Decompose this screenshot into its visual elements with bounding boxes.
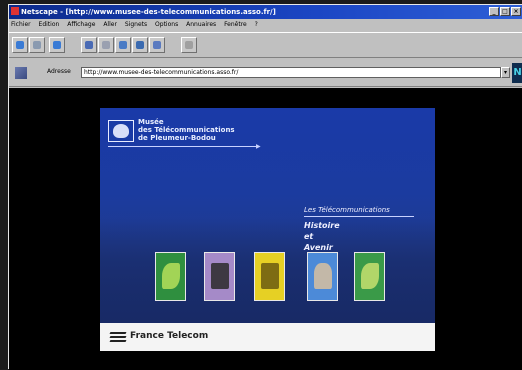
thumb-satellite-dish[interactable] bbox=[155, 252, 186, 301]
menu-help[interactable]: ? bbox=[255, 21, 258, 28]
address-bar: Adresse http://www.musee-des-telecommuni… bbox=[9, 59, 522, 87]
menu-edit[interactable]: Edition bbox=[39, 21, 60, 28]
radome-icon bbox=[113, 124, 129, 138]
tagline-line: et bbox=[304, 232, 314, 241]
menu-go[interactable]: Aller bbox=[103, 21, 117, 28]
netscape-throbber[interactable]: N bbox=[512, 63, 522, 83]
section-title: Les Télécommunications bbox=[304, 206, 390, 214]
menu-bookmarks[interactable]: Signets bbox=[125, 21, 147, 28]
browser-window: Netscape - [http://www.musee-des-telecom… bbox=[8, 4, 522, 370]
thumb-old-telephone[interactable] bbox=[204, 252, 235, 301]
reload-icon bbox=[85, 41, 93, 49]
menu-window[interactable]: Fenêtre bbox=[224, 21, 247, 28]
museum-title[interactable]: Musée des Télécommunications de Pleumeur… bbox=[138, 118, 235, 142]
stop-icon bbox=[185, 41, 193, 49]
thumb-engineer-illustration bbox=[314, 263, 332, 289]
thumb-satellite-dish-illustration bbox=[162, 263, 180, 289]
home-button[interactable] bbox=[49, 37, 65, 53]
thumb-old-telephone-illustration bbox=[211, 263, 229, 289]
france-telecom-logo-icon bbox=[109, 332, 127, 342]
thumb-antenna-towers[interactable] bbox=[254, 252, 285, 301]
tagline: Histoire et Avenir bbox=[304, 220, 340, 253]
maximize-button[interactable]: □ bbox=[500, 7, 510, 16]
window-title: Netscape - [http://www.musee-des-telecom… bbox=[21, 8, 276, 16]
thumb-radar-dish[interactable] bbox=[354, 252, 385, 301]
home-icon bbox=[53, 41, 61, 49]
netscape-icon bbox=[11, 7, 19, 15]
thumb-antenna-towers-illustration bbox=[261, 263, 279, 289]
window-controls: _ □ × bbox=[489, 7, 521, 16]
arrow-icon: ▶ bbox=[256, 143, 261, 150]
address-dropdown-button[interactable]: ▾ bbox=[501, 67, 510, 78]
menu-bar: Fichier Edition Affichage Aller Signets … bbox=[9, 19, 522, 31]
print-icon bbox=[136, 41, 144, 49]
museum-logo[interactable] bbox=[108, 120, 134, 142]
print-button[interactable] bbox=[132, 37, 148, 53]
photo-frame: Netscape - [http://www.musee-des-telecom… bbox=[0, 0, 522, 370]
thumb-engineer[interactable] bbox=[307, 252, 338, 301]
museum-page: Musée des Télécommunications de Pleumeur… bbox=[100, 108, 435, 351]
tagline-line: Histoire bbox=[304, 221, 340, 230]
stop-button[interactable] bbox=[181, 37, 197, 53]
content-viewport: Musée des Télécommunications de Pleumeur… bbox=[9, 88, 522, 370]
find-button[interactable] bbox=[149, 37, 165, 53]
address-label: Adresse bbox=[47, 68, 71, 75]
brand-name[interactable]: France Telecom bbox=[130, 331, 208, 341]
back-arrow-icon bbox=[16, 41, 24, 49]
menu-directory[interactable]: Annuaires bbox=[186, 21, 216, 28]
title-underline bbox=[108, 146, 258, 147]
close-button[interactable]: × bbox=[511, 7, 521, 16]
toolbar bbox=[9, 32, 522, 58]
images-icon bbox=[102, 41, 110, 49]
address-input[interactable]: http://www.musee-des-telecommunications.… bbox=[81, 67, 501, 78]
find-icon bbox=[153, 41, 161, 49]
menu-file[interactable]: Fichier bbox=[11, 21, 31, 28]
menu-view[interactable]: Affichage bbox=[67, 21, 95, 28]
forward-arrow-icon bbox=[33, 41, 41, 49]
reload-button[interactable] bbox=[81, 37, 97, 53]
thumb-radar-dish-illustration bbox=[361, 263, 379, 289]
back-button[interactable] bbox=[12, 37, 28, 53]
museum-title-line: Musée bbox=[138, 118, 164, 126]
forward-button[interactable] bbox=[29, 37, 45, 53]
minimize-button[interactable]: _ bbox=[489, 7, 499, 16]
section-underline bbox=[304, 216, 414, 217]
open-button[interactable] bbox=[115, 37, 131, 53]
images-button[interactable] bbox=[98, 37, 114, 53]
museum-title-line: de Pleumeur-Bodou bbox=[138, 134, 216, 142]
page-footer: France Telecom bbox=[100, 323, 435, 351]
title-bar[interactable]: Netscape - [http://www.musee-des-telecom… bbox=[9, 5, 522, 19]
open-icon bbox=[119, 41, 127, 49]
menu-options[interactable]: Options bbox=[155, 21, 178, 28]
museum-title-line: des Télécommunications bbox=[138, 126, 235, 134]
bookmark-icon[interactable] bbox=[15, 67, 27, 79]
